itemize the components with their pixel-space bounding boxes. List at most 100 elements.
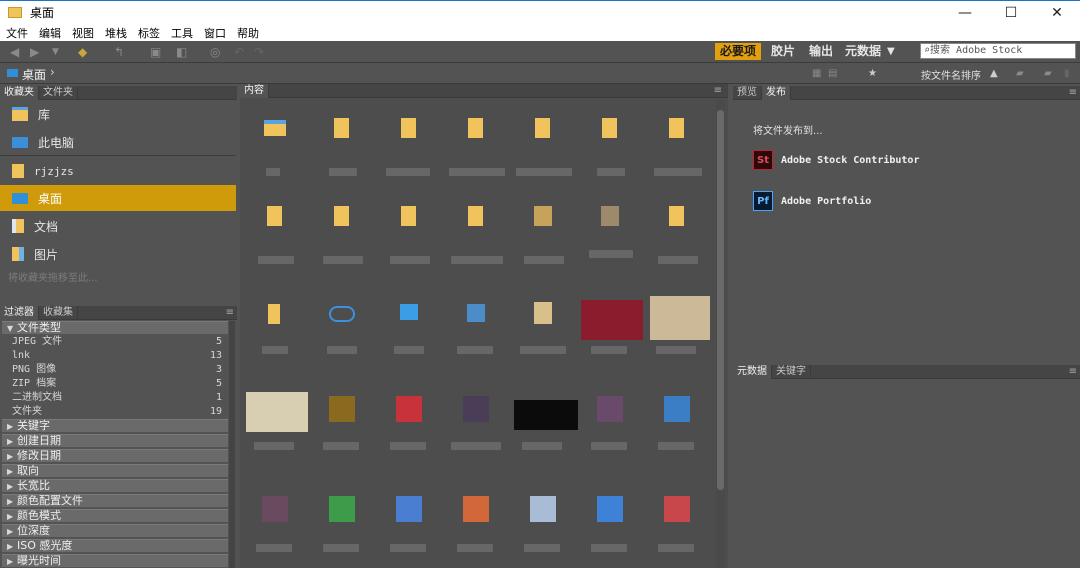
publish-adobe-stock[interactable]: St Adobe Stock Contributor: [753, 149, 919, 171]
tab-publish[interactable]: 发布: [762, 86, 791, 100]
content-item[interactable]: [644, 280, 710, 368]
recent-folder-icon[interactable]: ◆: [78, 45, 87, 59]
menu-label[interactable]: 标签: [138, 25, 160, 41]
content-item[interactable]: [242, 190, 308, 278]
content-item[interactable]: [443, 476, 509, 564]
menu-file[interactable]: 文件: [6, 25, 28, 41]
menu-stack[interactable]: 堆栈: [105, 25, 127, 41]
content-item[interactable]: [577, 476, 643, 564]
content-item[interactable]: [510, 280, 576, 368]
menu-view[interactable]: 视图: [72, 25, 94, 41]
favorite-documents[interactable]: 文档: [0, 213, 236, 239]
tab-metadata[interactable]: 元数据: [733, 365, 772, 379]
content-item[interactable]: [309, 476, 375, 564]
workspace-metadata[interactable]: 元数据: [840, 43, 886, 60]
view-list-icon[interactable]: ▤: [828, 67, 837, 81]
content-scroll-thumb[interactable]: [717, 110, 724, 490]
filter-section-color-profile[interactable]: ▶ 颜色配置文件: [2, 494, 228, 507]
panel-menu-icon[interactable]: ≡: [714, 84, 722, 98]
maximize-button[interactable]: ☐: [988, 1, 1034, 25]
content-item[interactable]: [376, 190, 442, 278]
content-scrollbar[interactable]: [716, 100, 725, 568]
filter-section-color-mode[interactable]: ▶ 颜色模式: [2, 509, 228, 522]
photo-download-icon[interactable]: ▣: [150, 45, 161, 59]
content-item[interactable]: [376, 376, 442, 464]
content-item[interactable]: [242, 376, 308, 464]
camera-raw-icon[interactable]: ◎: [210, 45, 220, 59]
menu-tools[interactable]: 工具: [171, 25, 193, 41]
content-item[interactable]: [443, 190, 509, 278]
rotate-left-icon[interactable]: ↶: [234, 45, 244, 59]
content-item[interactable]: [577, 376, 643, 464]
view-grid-icon[interactable]: ▦: [812, 67, 821, 81]
workspace-essentials[interactable]: 必要项: [715, 43, 762, 60]
content-item[interactable]: [309, 190, 375, 278]
filter-section-iso[interactable]: ▶ ISO 感光度: [2, 539, 228, 552]
tab-preview[interactable]: 预览: [733, 86, 762, 100]
star-filter-icon[interactable]: ★: [868, 67, 877, 81]
refine-icon[interactable]: ◧: [176, 45, 187, 59]
content-item[interactable]: [644, 190, 710, 278]
tab-collections[interactable]: 收藏集: [39, 306, 78, 320]
content-item[interactable]: [644, 102, 710, 190]
filter-section-keywords[interactable]: ▶ 关键字: [2, 419, 228, 432]
filter-section-file-type[interactable]: ▼ 文件类型: [2, 321, 228, 334]
boomerang-icon[interactable]: ↰: [114, 45, 124, 59]
tab-filter[interactable]: 过滤器: [0, 306, 39, 320]
workspace-more-chevron-icon[interactable]: ▼: [882, 43, 900, 60]
content-item[interactable]: [443, 376, 509, 464]
filter-section-date-created[interactable]: ▶ 创建日期: [2, 434, 228, 447]
content-item[interactable]: [510, 376, 578, 464]
filter-section-bit-depth[interactable]: ▶ 位深度: [2, 524, 228, 537]
content-item[interactable]: [242, 102, 308, 190]
panel-menu-icon[interactable]: ≡: [1069, 86, 1077, 100]
filter-section-date-modified[interactable]: ▶ 修改日期: [2, 449, 228, 462]
tab-favorites[interactable]: 收藏夹: [0, 86, 39, 100]
filter-item[interactable]: 文件夹 19: [12, 405, 222, 419]
content-item[interactable]: [510, 102, 576, 190]
filter-scrollbar[interactable]: [229, 321, 235, 568]
minimize-button[interactable]: —: [942, 1, 988, 25]
content-item[interactable]: [309, 280, 375, 368]
tab-folders[interactable]: 文件夹: [39, 86, 78, 100]
new-folder-icon[interactable]: ▰: [1044, 67, 1052, 81]
content-item[interactable]: [510, 190, 576, 278]
content-item[interactable]: [443, 280, 509, 368]
forward-arrow-icon[interactable]: ▶: [30, 45, 39, 59]
workspace-filmstrip[interactable]: 胶片: [766, 43, 800, 60]
filter-item[interactable]: 二进制文档 1: [12, 391, 222, 405]
content-item[interactable]: [376, 102, 442, 190]
sort-dropdown[interactable]: 按文件名排序: [921, 67, 981, 82]
tab-content[interactable]: 内容: [240, 84, 269, 98]
content-item[interactable]: [644, 476, 710, 564]
content-item[interactable]: [644, 376, 710, 464]
breadcrumb-current[interactable]: 桌面: [22, 66, 46, 83]
content-item[interactable]: [577, 280, 643, 368]
filter-section-exposure-time[interactable]: ▶ 曝光时间: [2, 554, 228, 567]
filter-item[interactable]: JPEG 文件 5: [12, 335, 222, 349]
back-arrow-icon[interactable]: ◀: [10, 45, 19, 59]
filter-section-aspect-ratio[interactable]: ▶ 长宽比: [2, 479, 228, 492]
favorite-library[interactable]: 库: [0, 101, 236, 127]
content-item[interactable]: [309, 376, 375, 464]
breadcrumb-chevron[interactable]: ›: [50, 65, 55, 79]
filter-section-orientation[interactable]: ▶ 取向: [2, 464, 228, 477]
content-item[interactable]: [242, 476, 308, 564]
content-item[interactable]: [376, 280, 442, 368]
open-recent-folder-icon[interactable]: ▰: [1016, 67, 1024, 81]
sort-ascending-icon[interactable]: ▲: [990, 67, 998, 81]
filter-item[interactable]: ZIP 档案 5: [12, 377, 222, 391]
menu-window[interactable]: 窗口: [204, 25, 226, 41]
favorite-desktop[interactable]: 桌面: [0, 185, 236, 211]
content-item[interactable]: [376, 476, 442, 564]
favorite-pictures[interactable]: 图片: [0, 241, 236, 267]
filter-item[interactable]: lnk 13: [12, 349, 222, 363]
favorite-this-pc[interactable]: 此电脑: [0, 129, 236, 155]
workspace-output[interactable]: 输出: [804, 43, 838, 60]
favorite-rjzjzs[interactable]: rjzjzs: [0, 158, 236, 184]
panel-menu-icon[interactable]: ≡: [226, 306, 234, 320]
delete-icon[interactable]: ▮: [1064, 67, 1070, 81]
content-item[interactable]: [577, 102, 643, 190]
menu-edit[interactable]: 编辑: [39, 25, 61, 41]
search-input[interactable]: ⌕搜索 Adobe Stock: [920, 43, 1076, 59]
